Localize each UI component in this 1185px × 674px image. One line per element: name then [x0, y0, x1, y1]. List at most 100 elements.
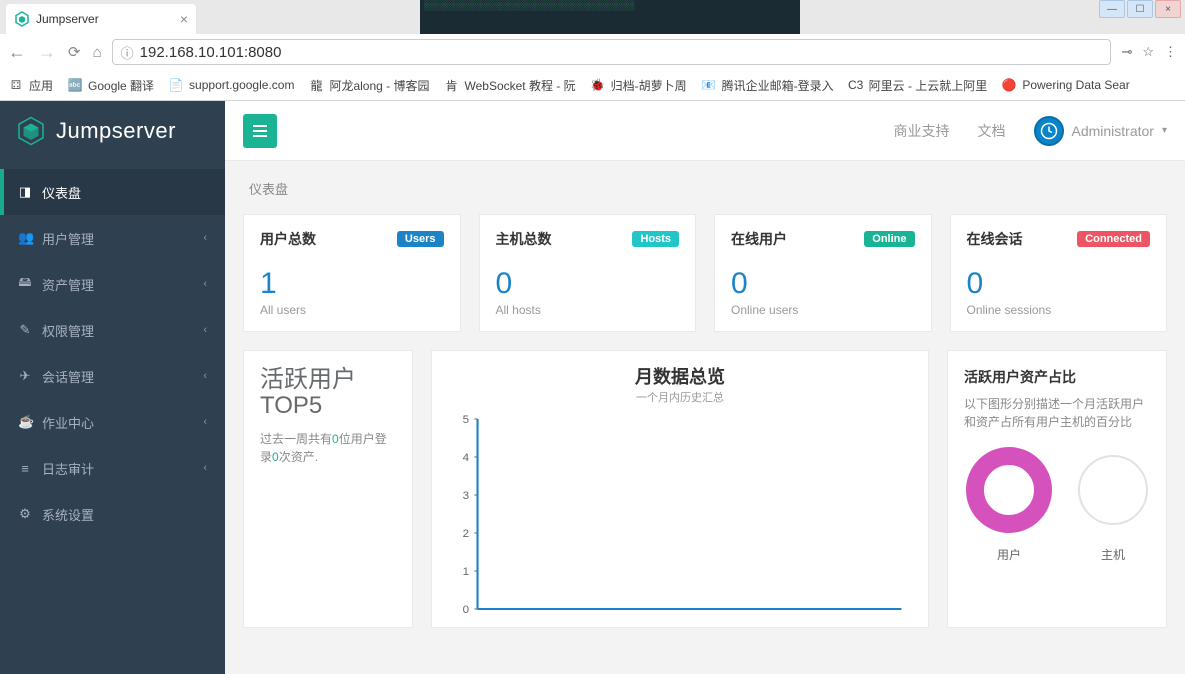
- apps-button[interactable]: ⚃ 应用: [8, 77, 53, 94]
- sidebar-toggle-button[interactable]: [243, 114, 277, 148]
- nav-icon: ≡: [18, 461, 32, 476]
- tab-title: Jumpserver: [36, 12, 99, 26]
- nav-icon: ✈: [18, 368, 32, 384]
- brand-text: Jumpserver: [56, 118, 176, 144]
- user-donut-chart: [964, 445, 1054, 535]
- bookmark-icon: C3: [848, 77, 864, 93]
- brand[interactable]: Jumpserver: [0, 101, 225, 161]
- card-badge: Hosts: [632, 231, 679, 247]
- nav-home-icon[interactable]: ⌂: [93, 44, 102, 61]
- nav-icon: ✎: [18, 322, 32, 338]
- nav-label: 用户管理: [42, 229, 94, 248]
- ratio-desc: 以下图形分别描述一个月活跃用户和资产占所有用户主机的百分比: [964, 395, 1150, 431]
- bookmark-star-icon[interactable]: ☆: [1142, 44, 1154, 60]
- svg-text:2: 2: [463, 528, 469, 540]
- address-bar: ← → ⟳ ⌂ ⓘ ⊸ ☆ ⋮: [0, 34, 1185, 70]
- sidebar-item-3[interactable]: ✎ 权限管理 ‹: [0, 307, 225, 353]
- docs-link[interactable]: 文档: [978, 121, 1006, 141]
- sidebar-item-0[interactable]: ◨ 仪表盘: [0, 169, 225, 215]
- topbar: 商业支持 文档 Administrator ▾: [225, 101, 1185, 161]
- monthly-chart: 012345: [448, 409, 912, 619]
- user-menu[interactable]: Administrator ▾: [1034, 116, 1168, 146]
- card-subtitle: All users: [260, 303, 444, 317]
- card-number: 1: [260, 267, 444, 301]
- breadcrumb: 仪表盘: [225, 161, 1185, 208]
- nav-label: 会话管理: [42, 367, 94, 386]
- stat-card-3: 在线会话 Connected 0 Online sessions: [950, 214, 1168, 332]
- user-name: Administrator: [1072, 123, 1154, 139]
- tab-bar: ░░░░░░░░░░░░░░░░░░░░░░░░░░░░░░░░░░░░░░░ …: [0, 0, 1185, 34]
- card-number: 0: [967, 267, 1151, 301]
- tab-close-icon[interactable]: ×: [180, 11, 188, 27]
- menu-icon[interactable]: ⋮: [1164, 44, 1177, 60]
- support-link[interactable]: 商业支持: [894, 121, 950, 141]
- card-subtitle: Online users: [731, 303, 915, 317]
- url-input[interactable]: [140, 44, 1103, 61]
- sidebar-item-4[interactable]: ✈ 会话管理 ‹: [0, 353, 225, 399]
- bookmark-item[interactable]: 📧腾讯企业邮箱-登录入: [701, 77, 834, 94]
- top5-title: 活跃用户 TOP5: [260, 367, 396, 420]
- bookmark-item[interactable]: 📄support.google.com: [168, 77, 294, 93]
- stat-card-0: 用户总数 Users 1 All users: [243, 214, 461, 332]
- main: 商业支持 文档 Administrator ▾ 仪表盘 用户总数 Users 1…: [225, 101, 1185, 674]
- donut-label-hosts: 主机: [1068, 546, 1158, 563]
- nav-reload-icon[interactable]: ⟳: [68, 43, 81, 61]
- sidebar-item-7[interactable]: ⚙ 系统设置: [0, 491, 225, 537]
- monthly-title: 月数据总览: [448, 363, 912, 389]
- card-badge: Users: [397, 231, 444, 247]
- sidebar-item-6[interactable]: ≡ 日志审计 ‹: [0, 445, 225, 491]
- monthly-subtitle: 一个月内历史汇总: [448, 389, 912, 405]
- nav-forward-icon[interactable]: →: [38, 42, 56, 63]
- window-maximize-button[interactable]: ☐: [1127, 0, 1153, 18]
- chevron-left-icon: ‹: [203, 462, 207, 474]
- nav-label: 系统设置: [42, 505, 94, 524]
- stats-row: 用户总数 Users 1 All users 主机总数 Hosts 0 All …: [243, 214, 1167, 332]
- user-avatar-icon: [1034, 116, 1064, 146]
- bookmark-item[interactable]: 肯WebSocket 教程 - 阮: [443, 77, 575, 94]
- nav-icon: 👥: [18, 230, 32, 246]
- bookmark-item[interactable]: 龍阿龙along - 博客园: [308, 77, 429, 94]
- nav-label: 作业中心: [42, 413, 94, 432]
- host-donut-chart: [1068, 445, 1158, 535]
- bookmarks-bar: ⚃ 应用 🔤Google 翻译 📄support.google.com 龍阿龙a…: [0, 70, 1185, 100]
- ratio-title: 活跃用户资产占比: [964, 367, 1150, 387]
- window-minimize-button[interactable]: —: [1099, 0, 1125, 18]
- donut-label-users: 用户: [964, 546, 1054, 563]
- bookmark-item[interactable]: 🔴Powering Data Sear: [1001, 77, 1129, 93]
- top5-panel: 活跃用户 TOP5 过去一周共有0位用户登录0次资产.: [243, 350, 413, 628]
- bookmark-item[interactable]: 🔤Google 翻译: [67, 77, 154, 94]
- card-subtitle: Online sessions: [967, 303, 1151, 317]
- chevron-left-icon: ‹: [203, 232, 207, 244]
- brand-logo-icon: [16, 116, 46, 146]
- sidebar-item-1[interactable]: 👥 用户管理 ‹: [0, 215, 225, 261]
- tab-favicon-icon: [14, 11, 30, 27]
- stat-card-2: 在线用户 Online 0 Online users: [714, 214, 932, 332]
- card-title: 在线用户: [731, 229, 787, 249]
- top5-desc: 过去一周共有0位用户登录0次资产.: [260, 430, 396, 466]
- bookmark-icon: 🔤: [67, 77, 83, 93]
- site-info-icon[interactable]: ⓘ: [121, 43, 134, 62]
- svg-text:3: 3: [463, 490, 469, 502]
- card-title: 主机总数: [496, 229, 552, 249]
- card-subtitle: All hosts: [496, 303, 680, 317]
- nav-label: 权限管理: [42, 321, 94, 340]
- nav-back-icon[interactable]: ←: [8, 42, 26, 63]
- nav-label: 日志审计: [42, 459, 94, 478]
- nav-icon: ◨: [18, 184, 32, 200]
- card-title: 在线会话: [967, 229, 1023, 249]
- bookmark-icon: 🔴: [1001, 77, 1017, 93]
- caret-down-icon: ▾: [1162, 125, 1167, 136]
- key-icon[interactable]: ⊸: [1121, 44, 1132, 60]
- sidebar-item-5[interactable]: ☕ 作业中心 ‹: [0, 399, 225, 445]
- nav-icon: 🖴: [18, 273, 32, 295]
- svg-text:0: 0: [463, 604, 469, 616]
- window-close-button[interactable]: ×: [1155, 0, 1181, 18]
- sidebar-item-2[interactable]: 🖴 资产管理 ‹: [0, 261, 225, 307]
- nav-icon: ⚙: [18, 506, 32, 522]
- chevron-left-icon: ‹: [203, 370, 207, 382]
- background-terminal: ░░░░░░░░░░░░░░░░░░░░░░░░░░░░░░░░░░░░░░░: [420, 0, 800, 34]
- bookmark-item[interactable]: C3阿里云 - 上云就上阿里: [848, 77, 988, 94]
- bookmark-icon: 龍: [308, 77, 324, 93]
- browser-tab[interactable]: Jumpserver ×: [6, 4, 196, 34]
- bookmark-item[interactable]: 🐞归档-胡萝卜周: [590, 77, 687, 94]
